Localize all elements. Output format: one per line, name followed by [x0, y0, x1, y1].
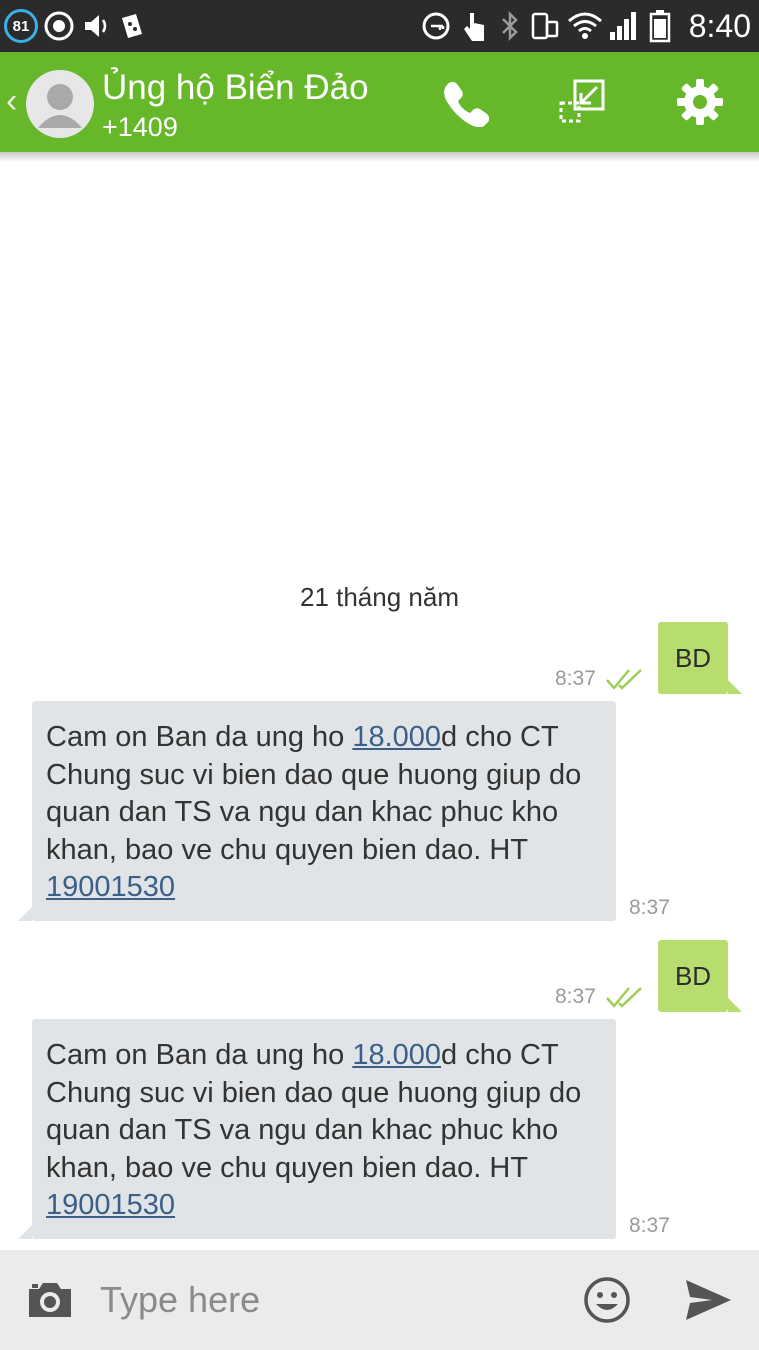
camera-icon: [29, 1283, 71, 1317]
amount-link[interactable]: 18.000: [352, 1039, 441, 1071]
battery-saver-badge: 81: [4, 9, 38, 43]
contact-avatar[interactable]: [26, 70, 94, 138]
phone-number-link[interactable]: 19001530: [46, 871, 175, 903]
volume-icon: [80, 6, 114, 46]
clock: 8:40: [688, 7, 751, 44]
message-input[interactable]: [100, 1275, 560, 1325]
vpn-key-icon: [420, 6, 456, 46]
message-text: BD: [674, 960, 712, 991]
game-controller-icon: [114, 6, 150, 46]
send-icon: [686, 1280, 731, 1320]
bubble-tail: [18, 1225, 32, 1239]
outgoing-message-bubble[interactable]: BD: [658, 940, 728, 1012]
bubble-tail: [18, 907, 32, 921]
battery-icon: [646, 6, 674, 46]
minimize-window-icon: [559, 79, 605, 123]
incoming-message-bubble[interactable]: Cam on Ban da ung ho 18.000d cho CT Chun…: [32, 1019, 616, 1239]
message-text: BD: [674, 642, 712, 673]
signal-icon: [606, 6, 640, 46]
message-composer: [0, 1250, 759, 1350]
delivered-check-icon: [606, 987, 642, 1008]
wifi-icon: [566, 6, 604, 46]
screen-mirror-icon: [528, 6, 562, 46]
phone-number-link[interactable]: 19001530: [46, 1189, 175, 1221]
message-text: Cam on Ban da ung ho: [46, 1039, 353, 1071]
phone-icon: [444, 81, 489, 127]
amount-link[interactable]: 18.000: [352, 721, 441, 753]
message-time: 8:37: [629, 1214, 670, 1237]
gear-icon: [677, 79, 723, 125]
contact-number: +1409: [102, 112, 178, 142]
date-separator: 21 tháng năm: [299, 582, 459, 612]
message-text: Cam on Ban da ung ho: [46, 721, 353, 753]
emoji-icon: [584, 1277, 630, 1323]
emoji-button[interactable]: [579, 1272, 635, 1328]
send-button[interactable]: [680, 1272, 736, 1328]
bluetooth-icon: [496, 6, 524, 46]
attach-photo-button[interactable]: [22, 1272, 78, 1328]
bubble-tail: [728, 998, 742, 1012]
minimize-chat-button[interactable]: [554, 74, 610, 130]
bubble-tail: [728, 680, 742, 694]
settings-button[interactable]: [672, 74, 728, 130]
sync-icon: [42, 6, 76, 46]
contact-name[interactable]: Ủng hộ Biển Đảo: [102, 68, 369, 108]
delivered-check-icon: [606, 669, 642, 690]
message-time: 8:37: [555, 985, 596, 1008]
back-button[interactable]: ‹: [6, 82, 17, 121]
header-shadow: [0, 152, 759, 162]
message-time: 8:37: [555, 667, 596, 690]
status-bar: 81 8:40: [0, 0, 759, 52]
conversation-header: ‹ Ủng hộ Biển Đảo +1409: [0, 52, 759, 152]
outgoing-message-bubble[interactable]: BD: [658, 622, 728, 694]
message-time: 8:37: [629, 896, 670, 919]
call-button[interactable]: [436, 74, 492, 130]
incoming-message-bubble[interactable]: Cam on Ban da ung ho 18.000d cho CT Chun…: [32, 701, 616, 921]
touch-hand-icon: [460, 6, 490, 46]
